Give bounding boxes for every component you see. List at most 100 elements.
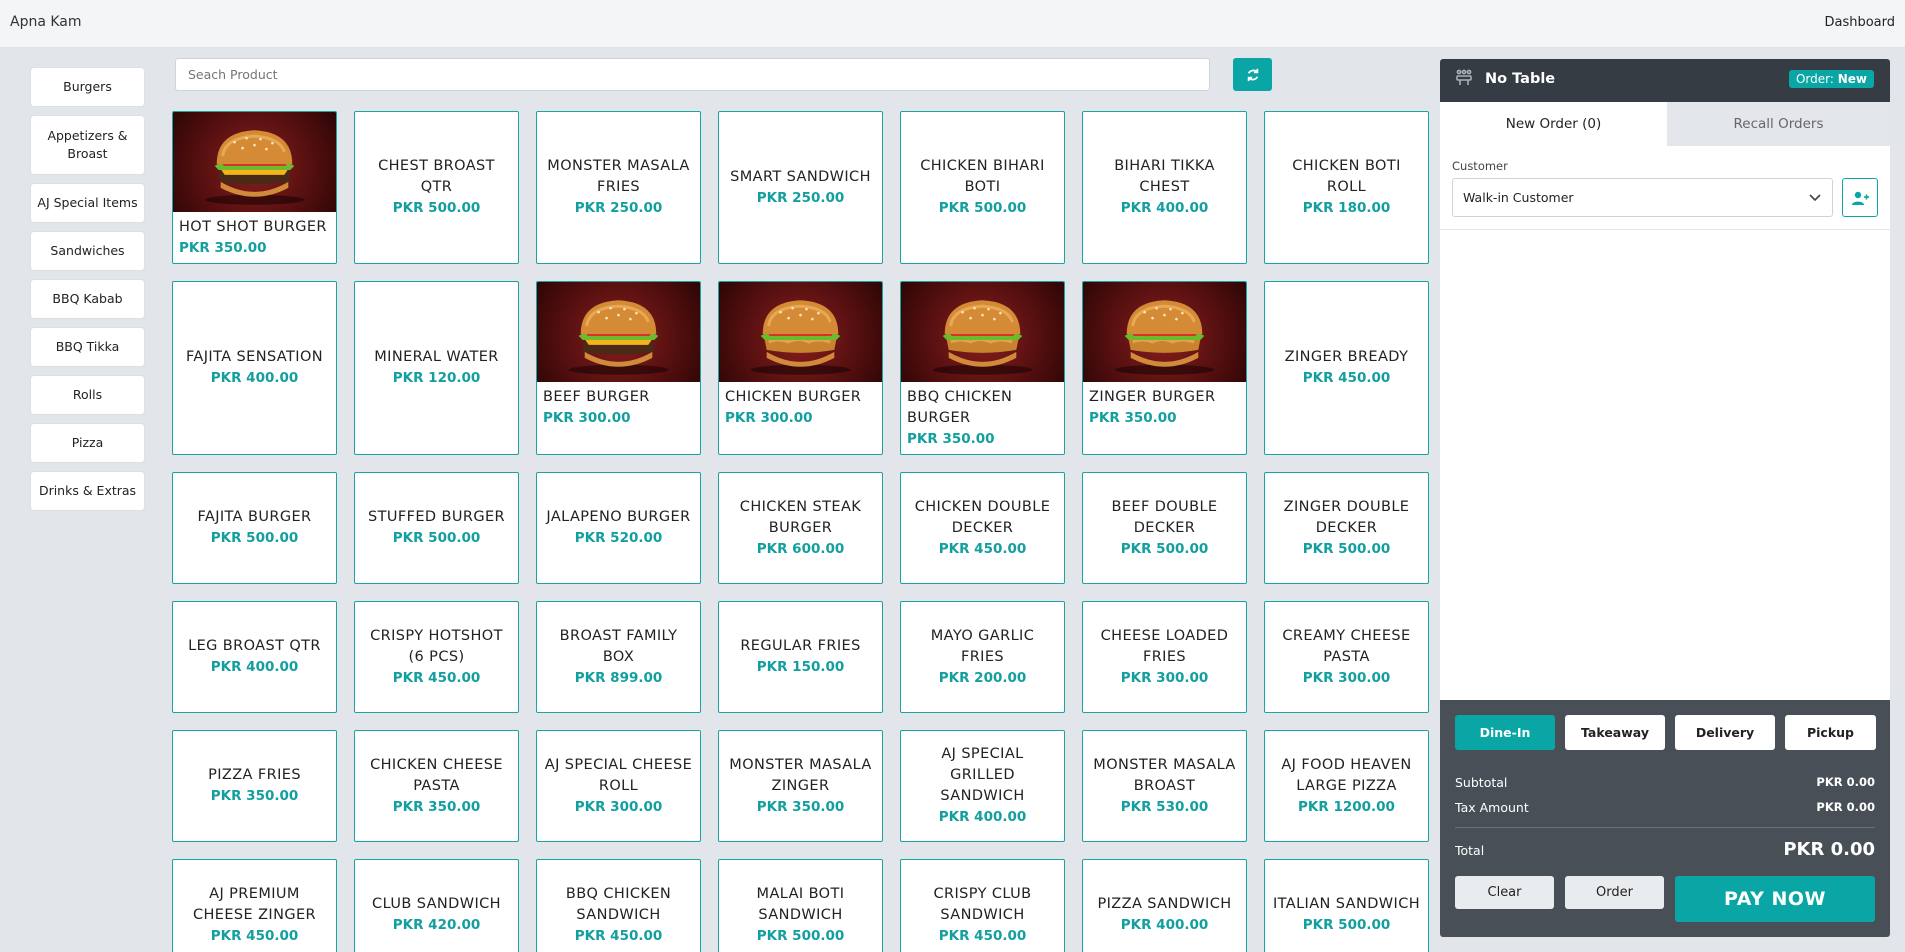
product-card[interactable]: BBQ CHICKEN SANDWICH PKR 450.00 bbox=[536, 859, 701, 952]
refresh-button[interactable] bbox=[1233, 58, 1272, 91]
product-card-body: BBQ CHICKEN BURGER PKR 350.00 bbox=[901, 382, 1064, 454]
pay-now-button[interactable]: PAY NOW bbox=[1675, 876, 1875, 922]
order-panel-header: No Table Order: New bbox=[1440, 59, 1890, 102]
product-price: PKR 500.00 bbox=[1302, 917, 1391, 933]
product-card[interactable]: STUFFED BURGER PKR 500.00 bbox=[354, 472, 519, 584]
product-price: PKR 400.00 bbox=[210, 659, 299, 675]
product-card[interactable]: CHICKEN DOUBLE DECKER PKR 450.00 bbox=[900, 472, 1065, 584]
product-card[interactable]: MINERAL WATER PKR 120.00 bbox=[354, 281, 519, 455]
product-card[interactable]: SMART SANDWICH PKR 250.00 bbox=[718, 111, 883, 264]
customer-select[interactable]: Walk-in Customer bbox=[1452, 178, 1833, 217]
clear-button[interactable]: Clear bbox=[1455, 876, 1554, 909]
product-price: PKR 300.00 bbox=[543, 410, 631, 426]
product-card-body: CHICKEN BIHARI BOTI PKR 500.00 bbox=[901, 112, 1064, 263]
product-name: PIZZA SANDWICH bbox=[1097, 896, 1232, 912]
product-name: CLUB SANDWICH bbox=[372, 896, 501, 912]
order-button[interactable]: Order bbox=[1565, 876, 1664, 909]
top-bar: Apna Kam Dashboard bbox=[0, 0, 1905, 48]
product-card[interactable]: BBQ CHICKEN BURGER PKR 350.00 bbox=[900, 281, 1065, 455]
product-card[interactable]: LEG BROAST QTR PKR 400.00 bbox=[172, 601, 337, 713]
product-card[interactable]: PIZZA SANDWICH PKR 400.00 bbox=[1082, 859, 1247, 952]
product-card-body: CRISPY CLUB SANDWICH PKR 450.00 bbox=[901, 860, 1064, 952]
product-name: CHICKEN BIHARI BOTI bbox=[920, 158, 1045, 195]
product-card[interactable]: CHEESE LOADED FRIES PKR 300.00 bbox=[1082, 601, 1247, 713]
product-card[interactable]: CHICKEN STEAK BURGER PKR 600.00 bbox=[718, 472, 883, 584]
product-card[interactable]: BEEF BURGER PKR 300.00 bbox=[536, 281, 701, 455]
category-item[interactable]: Sandwiches bbox=[30, 231, 145, 271]
product-card[interactable]: HOT SHOT BURGER PKR 350.00 bbox=[172, 111, 337, 264]
tab-recall-orders[interactable]: Recall Orders bbox=[1667, 102, 1890, 146]
table-icon bbox=[1454, 69, 1474, 91]
product-card[interactable]: MONSTER MASALA ZINGER PKR 350.00 bbox=[718, 730, 883, 842]
product-card[interactable]: CHICKEN BOTI ROLL PKR 180.00 bbox=[1264, 111, 1429, 264]
order-type-takeaway[interactable]: Takeaway bbox=[1565, 715, 1665, 750]
product-card-body: BIHARI TIKKA CHEST PKR 400.00 bbox=[1083, 112, 1246, 263]
category-item[interactable]: BBQ Kabab bbox=[30, 279, 145, 319]
product-card-body: ZINGER BURGER PKR 350.00 bbox=[1083, 382, 1246, 454]
product-card[interactable]: CHEST BROAST QTR PKR 500.00 bbox=[354, 111, 519, 264]
search-input[interactable] bbox=[175, 58, 1210, 91]
tab-new-order[interactable]: New Order (0) bbox=[1440, 102, 1667, 146]
product-card[interactable]: BEEF DOUBLE DECKER PKR 500.00 bbox=[1082, 472, 1247, 584]
category-item[interactable]: Burgers bbox=[30, 67, 145, 107]
product-card-body: CRISPY HOTSHOT (6 PCS) PKR 450.00 bbox=[355, 602, 518, 712]
category-item[interactable]: Rolls bbox=[30, 375, 145, 415]
product-card[interactable]: JALAPENO BURGER PKR 520.00 bbox=[536, 472, 701, 584]
product-card[interactable]: ITALIAN SANDWICH PKR 500.00 bbox=[1264, 859, 1429, 952]
product-card[interactable]: PIZZA FRIES PKR 350.00 bbox=[172, 730, 337, 842]
product-card[interactable]: CLUB SANDWICH PKR 420.00 bbox=[354, 859, 519, 952]
product-card[interactable]: AJ SPECIAL CHEESE ROLL PKR 300.00 bbox=[536, 730, 701, 842]
order-badge-state: New bbox=[1837, 72, 1867, 86]
product-card[interactable]: BROAST FAMILY BOX PKR 899.00 bbox=[536, 601, 701, 713]
product-card[interactable]: FAJITA BURGER PKR 500.00 bbox=[172, 472, 337, 584]
product-card[interactable]: ZINGER DOUBLE DECKER PKR 500.00 bbox=[1264, 472, 1429, 584]
order-type-delivery[interactable]: Delivery bbox=[1675, 715, 1775, 750]
product-card-body: BROAST FAMILY BOX PKR 899.00 bbox=[537, 602, 700, 712]
category-item[interactable]: AJ Special Items bbox=[30, 183, 145, 223]
product-card[interactable]: CHICKEN CHEESE PASTA PKR 350.00 bbox=[354, 730, 519, 842]
category-item[interactable]: Pizza bbox=[30, 423, 145, 463]
product-card-body: STUFFED BURGER PKR 500.00 bbox=[355, 473, 518, 583]
product-card[interactable]: ZINGER BREADY PKR 450.00 bbox=[1264, 281, 1429, 455]
product-card[interactable]: CHICKEN BURGER PKR 300.00 bbox=[718, 281, 883, 455]
burger-beef-icon bbox=[537, 282, 700, 382]
product-card[interactable]: AJ FOOD HEAVEN LARGE PIZZA PKR 1200.00 bbox=[1264, 730, 1429, 842]
product-card-body: PIZZA FRIES PKR 350.00 bbox=[173, 731, 336, 841]
product-name: CREAMY CHEESE PASTA bbox=[1282, 627, 1411, 665]
product-name: LEG BROAST QTR bbox=[188, 638, 321, 654]
dashboard-link[interactable]: Dashboard bbox=[1824, 15, 1895, 30]
burger-chicken-icon bbox=[719, 282, 882, 382]
product-card[interactable]: BIHARI TIKKA CHEST PKR 400.00 bbox=[1082, 111, 1247, 264]
product-card[interactable]: CRISPY CLUB SANDWICH PKR 450.00 bbox=[900, 859, 1065, 952]
product-card[interactable]: CRISPY HOTSHOT (6 PCS) PKR 450.00 bbox=[354, 601, 519, 713]
product-name: BBQ CHICKEN SANDWICH bbox=[565, 885, 672, 923]
divider bbox=[1440, 229, 1890, 230]
product-price: PKR 520.00 bbox=[574, 530, 663, 546]
product-card-body: CHICKEN DOUBLE DECKER PKR 450.00 bbox=[901, 473, 1064, 583]
product-card[interactable]: AJ SPECIAL GRILLED SANDWICH PKR 400.00 bbox=[900, 730, 1065, 842]
order-type-dine-in[interactable]: Dine-In bbox=[1455, 715, 1555, 750]
product-card[interactable]: AJ PREMIUM CHEESE ZINGER PKR 450.00 bbox=[172, 859, 337, 952]
product-card-body: MONSTER MASALA FRIES PKR 250.00 bbox=[537, 112, 700, 263]
category-item[interactable]: BBQ Tikka bbox=[30, 327, 145, 367]
subtotal-label: Subtotal bbox=[1455, 775, 1508, 790]
order-type-pickup[interactable]: Pickup bbox=[1785, 715, 1876, 750]
product-card[interactable]: CREAMY CHEESE PASTA PKR 300.00 bbox=[1264, 601, 1429, 713]
product-card[interactable]: CHICKEN BIHARI BOTI PKR 500.00 bbox=[900, 111, 1065, 264]
product-card[interactable]: REGULAR FRIES PKR 150.00 bbox=[718, 601, 883, 713]
add-customer-button[interactable] bbox=[1842, 178, 1878, 217]
product-card[interactable]: FAJITA SENSATION PKR 400.00 bbox=[172, 281, 337, 455]
product-card[interactable]: MONSTER MASALA FRIES PKR 250.00 bbox=[536, 111, 701, 264]
product-name: MAYO GARLIC FRIES bbox=[930, 627, 1035, 665]
product-card-body: MONSTER MASALA ZINGER PKR 350.00 bbox=[719, 731, 882, 841]
product-name: CHEST BROAST QTR bbox=[378, 158, 495, 195]
product-card[interactable]: ZINGER BURGER PKR 350.00 bbox=[1082, 281, 1247, 455]
product-card[interactable]: MALAI BOTI SANDWICH PKR 500.00 bbox=[718, 859, 883, 952]
product-card[interactable]: MAYO GARLIC FRIES PKR 200.00 bbox=[900, 601, 1065, 713]
category-item[interactable]: Appetizers & Broast bbox=[30, 115, 145, 175]
product-name: MONSTER MASALA FRIES bbox=[547, 158, 690, 195]
product-card[interactable]: MONSTER MASALA BROAST PKR 530.00 bbox=[1082, 730, 1247, 842]
product-name: STUFFED BURGER bbox=[368, 509, 505, 525]
product-name: CRISPY HOTSHOT (6 PCS) bbox=[370, 627, 503, 665]
category-item[interactable]: Drinks & Extras bbox=[30, 471, 145, 511]
